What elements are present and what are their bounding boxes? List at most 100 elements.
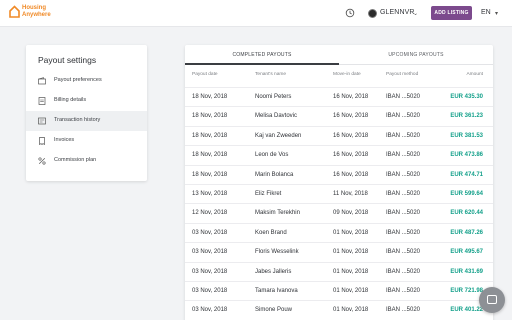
cell-tenant-name: Kaj van Zweeden [255, 132, 302, 139]
cell-tenant-name: Tamara Ivanova [255, 288, 298, 294]
sidebar-item-label: Commission plan [54, 157, 97, 163]
payout-settings-sidebar: Payout settings Payout preferences Billi… [26, 45, 147, 181]
invoice-icon [39, 137, 45, 145]
cell-payout-method: IBAN ...5020 [386, 191, 421, 197]
cell-payout-date: 18 Nov, 2018 [192, 94, 228, 100]
column-header-tenant-name[interactable]: Tenant's name [255, 72, 286, 77]
sidebar-item-label: Payout preferences [54, 77, 102, 83]
cell-move-in-date: 01 Nov, 2018 [333, 229, 369, 236]
cell-payout-method: IBAN ...5020 [386, 152, 421, 159]
table-row[interactable]: 18 Nov, 2018 Leon de Vos 16 Nov, 2018 IBAN … [185, 145, 493, 164]
cell-move-in-date: 01 Nov, 2018 [333, 268, 369, 275]
cell-payout-date: 18 Nov, 2018 [192, 171, 228, 178]
brand-line2: Anywhere [22, 12, 51, 18]
language-selector[interactable]: EN [481, 9, 491, 16]
table-row[interactable]: 12 Nov, 2018 Maksim Terekhin 09 Nov, 2018 I… [185, 203, 493, 222]
sidebar-item-invoices[interactable]: Invoices [26, 131, 147, 151]
sidebar-item-label: Invoices [54, 137, 75, 143]
cell-payout-method: IBAN ...5020 [386, 171, 421, 178]
tab-completed-payouts[interactable]: COMPLETED PAYOUTS [185, 45, 339, 65]
cell-payout-date: 13 Nov, 2018 [192, 191, 228, 197]
cell-amount: EUR 495.67 [450, 249, 483, 256]
cell-payout-date: 03 Nov, 2018 [192, 307, 228, 314]
cell-tenant-name: Leon de Vos [255, 152, 289, 159]
cell-payout-method: IBAN ...5020 [386, 132, 421, 139]
chevron-down-icon[interactable]: ⌄ [413, 10, 418, 17]
history-icon[interactable] [345, 8, 355, 18]
percent-icon [38, 157, 46, 165]
brand-line1: Housing [22, 5, 46, 11]
cell-payout-method: IBAN ...5020 [386, 288, 421, 294]
column-header-payout-method[interactable]: Payout method [386, 72, 418, 77]
table-row[interactable]: 18 Nov, 2018 Marin Bolanca 16 Nov, 2018 IBA… [185, 164, 493, 184]
tab-upcoming-payouts[interactable]: UPCOMING PAYOUTS [339, 45, 493, 65]
cell-payout-date: 18 Nov, 2018 [192, 113, 228, 120]
column-header-payout-date[interactable]: Payout date [192, 72, 218, 77]
language-chevron-down-icon[interactable]: ▾ [495, 10, 498, 17]
cell-move-in-date: 11 Nov, 2018 [333, 191, 368, 197]
sidebar-item-label: Transaction history [54, 117, 101, 123]
cell-payout-date: 03 Nov, 2018 [192, 268, 228, 275]
cell-amount: EUR 361.23 [450, 113, 483, 120]
transactions-icon [38, 117, 46, 125]
document-icon [38, 97, 46, 105]
cell-payout-date: 12 Nov, 2018 [192, 210, 228, 217]
sidebar-item-billing-details[interactable]: Billing details [26, 91, 147, 111]
table-row[interactable]: 03 Nov, 2018 Tamara Ivanova 01 Nov, 2018 IB… [185, 281, 493, 300]
cell-tenant-name: Maksim Terekhin [255, 210, 300, 217]
cell-tenant-name: Floris Wesselink [255, 249, 299, 256]
cell-amount: EUR 599.64 [450, 191, 483, 197]
sidebar-item-commission-plan[interactable]: Commission plan [26, 151, 147, 171]
sidebar-title: Payout settings [38, 55, 97, 65]
cell-move-in-date: 16 Nov, 2018 [333, 152, 369, 159]
housing-anywhere-logo-icon[interactable] [9, 5, 20, 18]
table-row[interactable]: 18 Nov, 2018 Kaj van Zweeden 16 Nov, 2018 I… [185, 125, 493, 145]
chat-icon [487, 295, 497, 304]
cell-move-in-date: 01 Nov, 2018 [333, 288, 369, 294]
cell-amount: EUR 620.44 [450, 210, 483, 217]
cell-payout-date: 18 Nov, 2018 [192, 132, 228, 139]
sidebar-item-transaction-history[interactable]: Transaction history [26, 111, 147, 131]
cell-tenant-name: Marin Bolanca [255, 171, 294, 178]
cell-amount: EUR 381.53 [450, 132, 483, 139]
table-row[interactable]: 03 Nov, 2018 Koen Brand 01 Nov, 2018 IBAN .… [185, 222, 493, 242]
username[interactable]: GLENNVR [380, 9, 415, 16]
sidebar-item-label: Billing details [54, 97, 87, 103]
add-listing-button[interactable]: ADD LISTING [431, 6, 472, 20]
cell-payout-method: IBAN ...5020 [386, 210, 421, 217]
table-row[interactable]: 18 Nov, 2018 Melisa Davtovic 16 Nov, 2018 I… [185, 106, 493, 125]
cell-move-in-date: 16 Nov, 2018 [333, 132, 369, 139]
table-row[interactable]: 03 Nov, 2018 Floris Wesselink 01 Nov, 2018… [185, 242, 493, 261]
wallet-icon [38, 77, 46, 85]
cell-payout-date: 03 Nov, 2018 [192, 249, 228, 256]
chat-button[interactable] [479, 287, 505, 313]
cell-payout-method: IBAN ...5020 [386, 229, 421, 236]
cell-amount: EUR 474.71 [450, 171, 483, 178]
brand-name[interactable]: Housing Anywhere [22, 5, 51, 19]
cell-tenant-name: Noomi Peters [255, 94, 292, 100]
cell-tenant-name: Simone Pouw [255, 307, 293, 314]
cell-amount: EUR 435.30 [450, 94, 483, 100]
cell-payout-method: IBAN ...5020 [386, 307, 421, 314]
avatar[interactable] [368, 9, 377, 18]
cell-tenant-name: Jabes Jalleris [255, 268, 292, 275]
table-row[interactable]: 18 Nov, 2018 Noomi Peters 16 Nov, 2018 IBAN… [185, 87, 493, 106]
table-row[interactable]: 03 Nov, 2018 Jabes Jalleris 01 Nov, 2018 IB… [185, 261, 493, 281]
cell-amount: EUR 401.22 [450, 307, 483, 314]
cell-payout-method: IBAN ...5020 [386, 249, 421, 256]
cell-tenant-name: Melisa Davtovic [255, 113, 298, 120]
cell-amount: EUR 473.86 [450, 152, 483, 159]
table-row[interactable]: 13 Nov, 2018 Eliz Fikret 11 Nov, 2018 IBAN … [185, 184, 493, 203]
cell-payout-method: IBAN ...5020 [386, 268, 421, 275]
top-navigation-bar: Housing Anywhere GLENNVR ⌄ ADD LISTING E… [0, 0, 512, 27]
cell-move-in-date: 09 Nov, 2018 [333, 210, 369, 217]
cell-payout-date: 03 Nov, 2018 [192, 229, 228, 236]
cell-tenant-name: Koen Brand [255, 229, 287, 236]
cell-payout-date: 03 Nov, 2018 [192, 288, 228, 294]
sidebar-item-payout-preferences[interactable]: Payout preferences [26, 71, 147, 91]
cell-move-in-date: 01 Nov, 2018 [333, 249, 369, 256]
cell-tenant-name: Eliz Fikret [255, 191, 282, 197]
table-row[interactable]: 03 Nov, 2018 Simone Pouw 01 Nov, 2018 IBAN … [185, 300, 493, 319]
column-header-move-in-date[interactable]: Move-in date [333, 72, 361, 77]
column-header-amount[interactable]: Amount [466, 72, 483, 77]
